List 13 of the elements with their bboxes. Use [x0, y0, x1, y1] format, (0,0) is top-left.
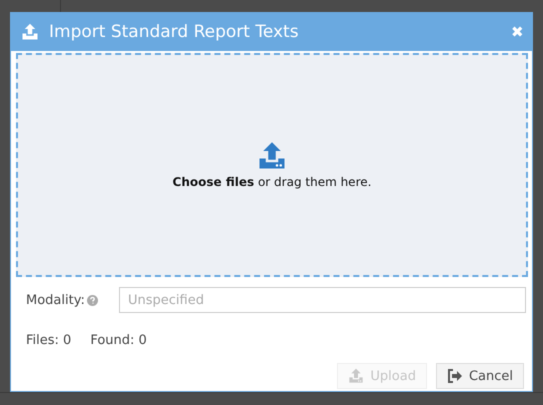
upload-icon: [257, 141, 287, 171]
count-text: Found: 0: [90, 333, 147, 348]
file-dropzone[interactable]: Choose files or drag them here.: [16, 53, 528, 277]
help-icon: [86, 294, 98, 306]
upload-icon: [21, 23, 39, 41]
exit-icon: [446, 369, 463, 383]
field-label: Modality:: [26, 292, 85, 308]
modality-field[interactable]: Unspecified: [119, 287, 526, 313]
dialog-title: Import Standard Report Texts: [49, 22, 300, 42]
count-text: Files: 0: [26, 333, 72, 348]
upload-icon: [348, 368, 364, 384]
dropzone-text: Choose files or drag them here.: [172, 175, 372, 189]
cancel-button[interactable]: Cancel: [436, 363, 524, 389]
